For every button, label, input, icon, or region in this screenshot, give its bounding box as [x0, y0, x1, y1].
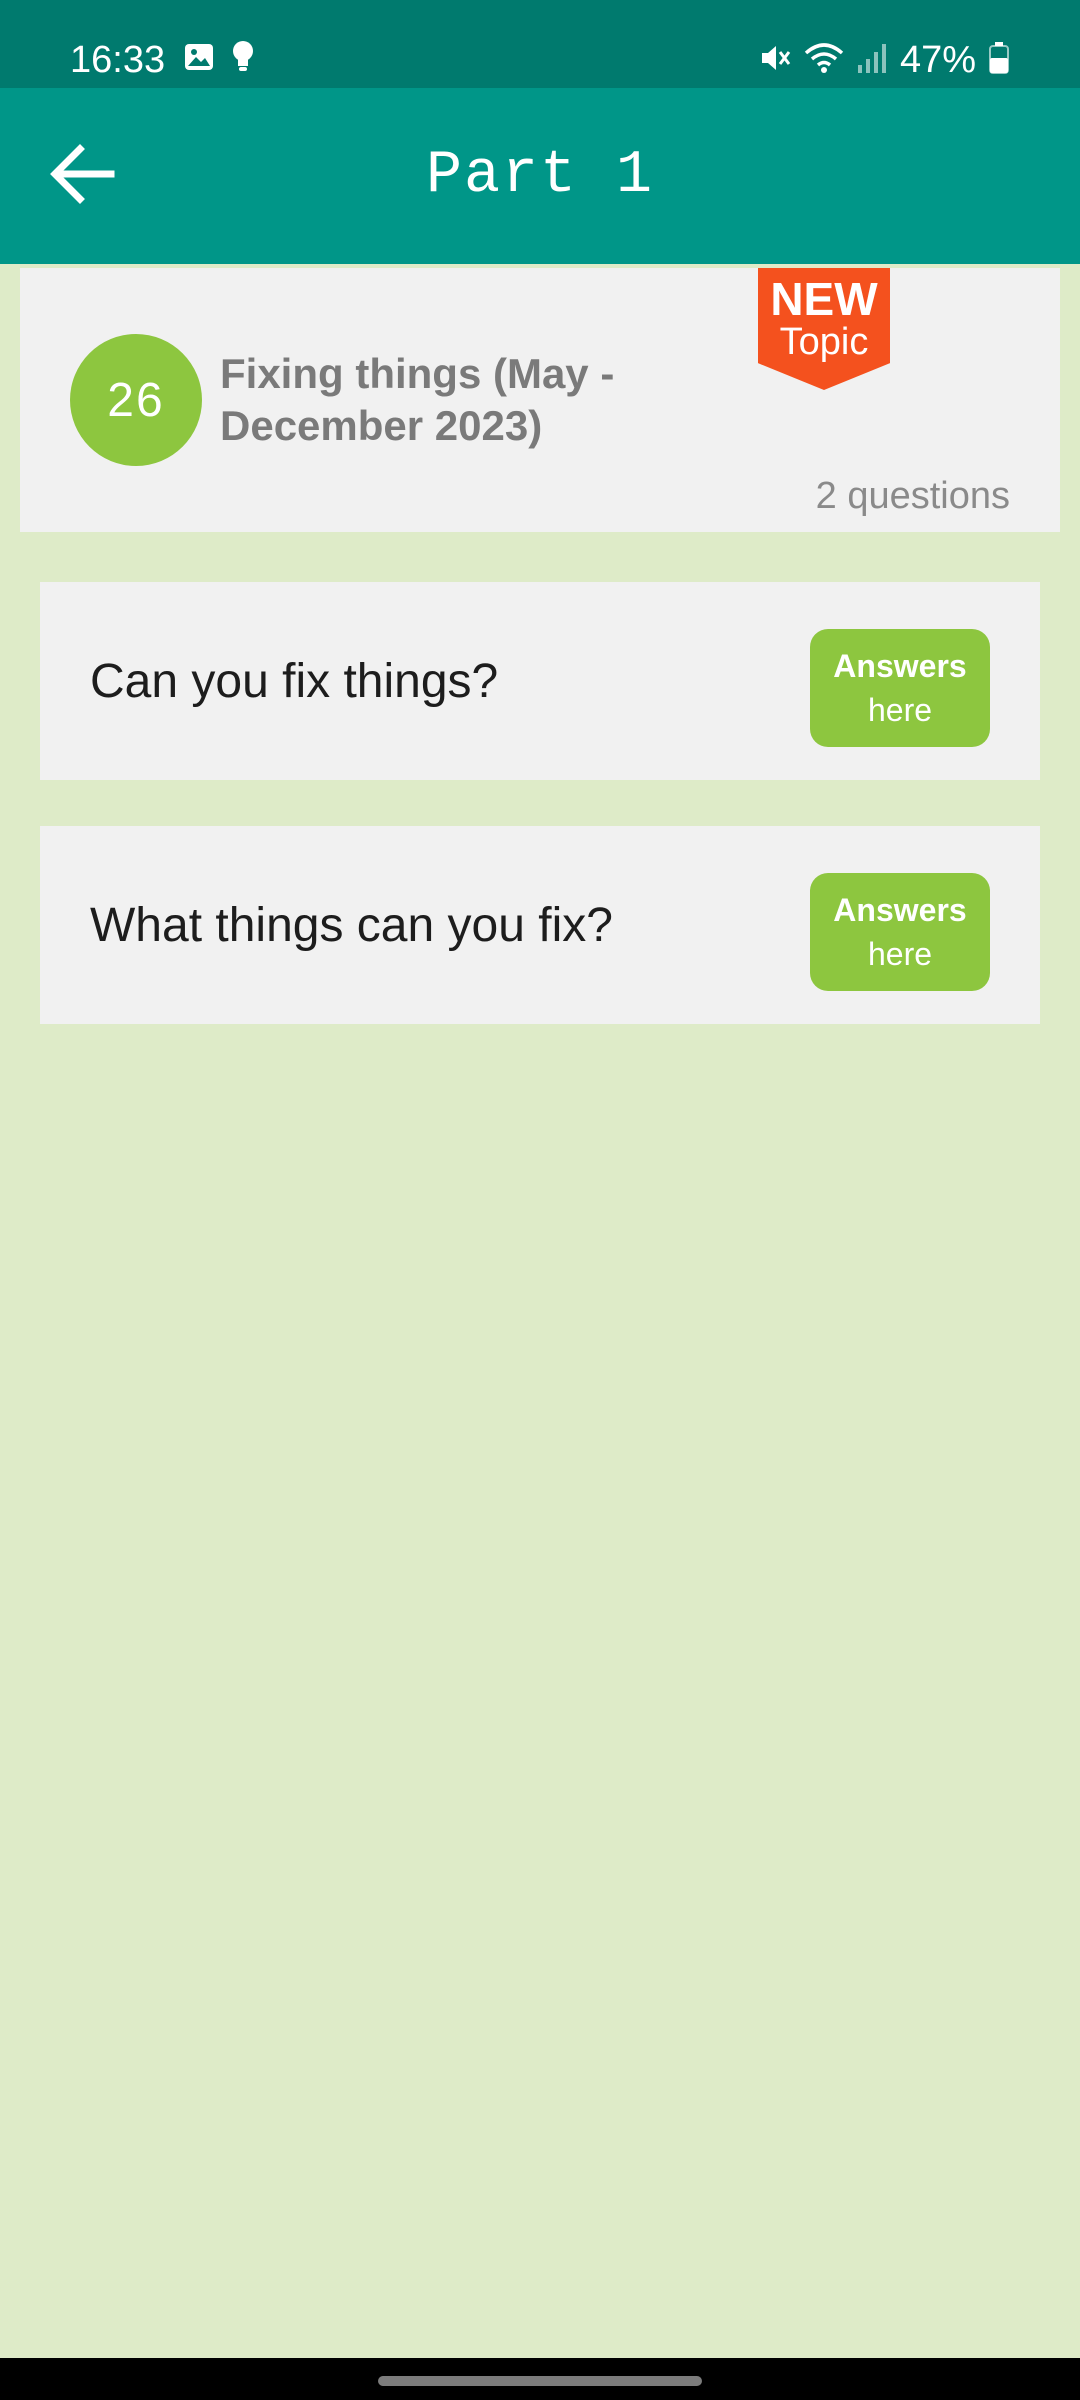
back-button[interactable] — [36, 132, 128, 220]
app-bar: Part 1 — [0, 88, 1080, 264]
wifi-icon — [804, 41, 844, 80]
battery-percent: 47% — [899, 39, 976, 81]
question-text: Can you fix things? — [90, 654, 499, 708]
page-title: Part 1 — [425, 142, 655, 210]
gallery-icon — [183, 41, 215, 78]
topic-header-card: 26 Fixing things (May - December 2023) 2… — [20, 268, 1060, 532]
topic-number-badge: 26 — [70, 334, 202, 466]
answers-here-button[interactable]: Answers here — [810, 873, 990, 991]
question-card[interactable]: Can you fix things? Answers here — [40, 582, 1040, 780]
bulb-icon — [231, 40, 255, 79]
answers-button-sublabel: here — [867, 936, 933, 972]
question-count: 2 questions — [815, 475, 1010, 517]
answers-button-label: Answers — [833, 892, 967, 928]
answers-here-button[interactable]: Answers here — [810, 629, 990, 747]
battery-icon — [988, 41, 1010, 80]
answers-button-sublabel: here — [867, 692, 933, 728]
answers-button-label: Answers — [833, 648, 967, 684]
mute-icon — [758, 41, 792, 80]
signal-icon — [856, 41, 888, 80]
navigation-bar — [0, 2358, 1080, 2400]
status-time: 16:33 — [70, 39, 166, 81]
status-notification-icons — [183, 40, 255, 79]
home-gesture-handle[interactable] — [378, 2376, 702, 2386]
arrow-left-icon — [49, 143, 115, 210]
question-text: What things can you fix? — [90, 898, 613, 952]
new-badge-label: NEW — [770, 273, 878, 325]
question-card[interactable]: What things can you fix? Answers here — [40, 826, 1040, 1024]
status-system-icons: 47% — [758, 36, 1010, 84]
topic-badge-label: Topic — [779, 321, 869, 363]
new-topic-badge: NEW Topic — [758, 268, 890, 390]
topic-title: Fixing things (May - December 2023) — [220, 350, 615, 449]
status-bar: 16:33 47% — [0, 0, 1080, 88]
